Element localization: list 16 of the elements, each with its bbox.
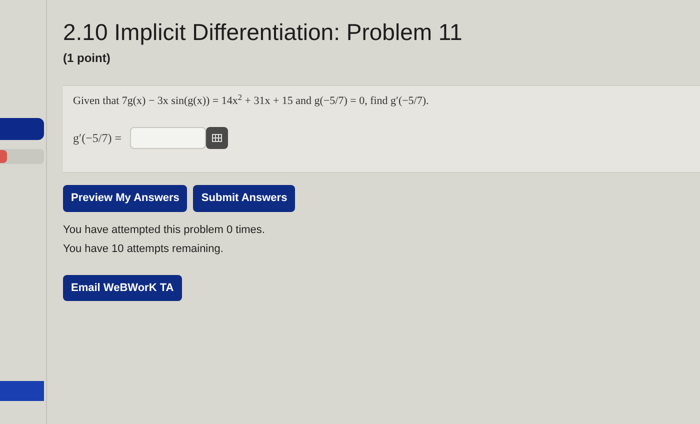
answer-label: g′(−5/7) = (73, 130, 122, 148)
sidebar-button[interactable] (0, 381, 44, 401)
submit-button[interactable]: Submit Answers (193, 184, 296, 212)
answer-field[interactable] (130, 127, 206, 150)
sidebar-button[interactable] (0, 118, 44, 140)
problem-title: 2.10 Implicit Differentiation: Problem 11 (63, 18, 464, 47)
email-button[interactable]: Email WeBWorK TA (63, 275, 182, 301)
submit-button[interactable]: Preview My Answers (63, 184, 188, 212)
problem-statement: Given that 7g(x) − 3x sin(g(x)) = 14x$^{2}$ + 31x + 15 and g(−5/7) = 0, find g′(−5/7). (73, 92, 430, 109)
grid-icon (212, 134, 222, 142)
equation-editor-button[interactable] (206, 127, 228, 150)
points-label: (1 point) (63, 50, 112, 67)
attempts-message: You have attempted this problem 0 times. (63, 222, 266, 238)
attempts-message: You have 10 attempts remaining. (63, 242, 224, 258)
sidebar-button[interactable] (0, 149, 44, 164)
marker-icon (0, 150, 7, 163)
